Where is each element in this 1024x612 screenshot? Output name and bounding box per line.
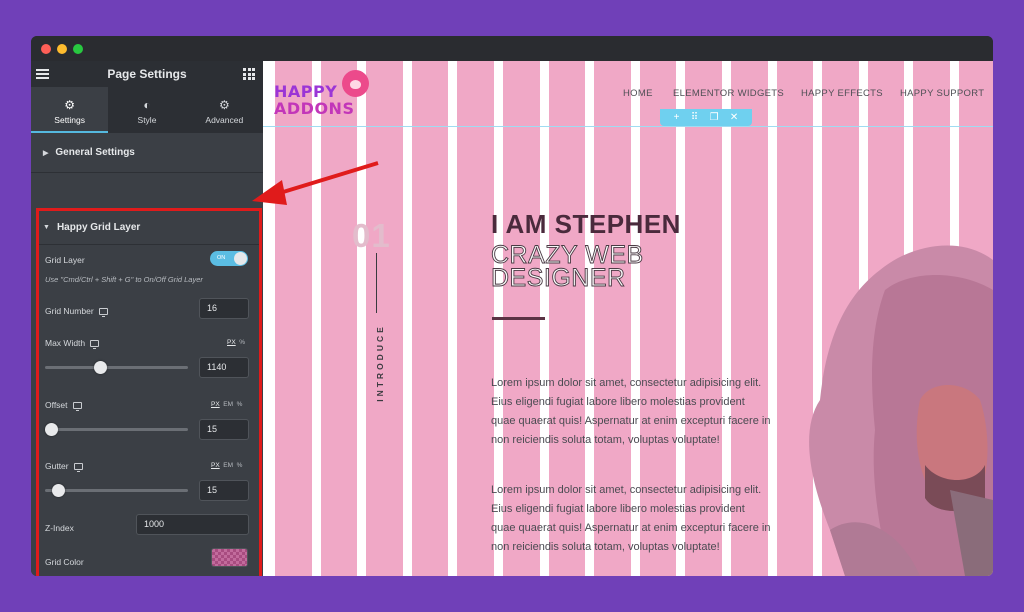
- offset-slider[interactable]: [45, 423, 188, 436]
- page-preview: HAPPY ADDONS HOME ELEMENTOR WIDGETS HAPP…: [263, 61, 993, 576]
- editor-window: Page Settings ⚙ Settings ◐ Style ⚙ Advan…: [31, 36, 993, 576]
- grid-layer-label: Grid Layer: [45, 255, 85, 265]
- gear-icon: ⚙: [218, 98, 230, 112]
- hooded-person-image: [809, 245, 993, 576]
- close-icon[interactable]: ✕: [730, 112, 738, 123]
- drag-handle-icon[interactable]: ⠿: [691, 112, 698, 123]
- nav-happy-effects[interactable]: HAPPY EFFECTS: [801, 88, 883, 99]
- nav-elementor-widgets[interactable]: ELEMENTOR WIDGETS: [673, 88, 784, 99]
- editor-sidebar: Page Settings ⚙ Settings ◐ Style ⚙ Advan…: [31, 61, 263, 576]
- section-outline: [263, 126, 993, 127]
- monitor-icon[interactable]: [73, 463, 83, 473]
- happy-grid-layer-title: Happy Grid Layer: [56, 222, 141, 233]
- grid-layer-toggle[interactable]: ON: [210, 251, 248, 266]
- section-toolbar: + ⠿ ❐ ✕: [660, 109, 752, 126]
- general-settings-label: General Settings: [55, 147, 135, 158]
- grid-column: [411, 61, 449, 576]
- gutter-slider[interactable]: [45, 484, 188, 497]
- grid-color-picker[interactable]: [211, 548, 248, 567]
- tab-advanced-label: Advanced: [205, 115, 244, 125]
- max-width-units[interactable]: PX %: [227, 339, 245, 346]
- max-width-input[interactable]: 1140: [199, 357, 249, 378]
- intro-paragraph-1: Lorem ipsum dolor sit amet, consectetur …: [491, 377, 771, 446]
- monitor-icon[interactable]: [90, 340, 100, 350]
- section-number: 01: [352, 217, 391, 254]
- hero-subheading: CRAZY WEB DESIGNER: [491, 241, 644, 292]
- max-width-slider[interactable]: [45, 361, 188, 374]
- grid-column: [457, 61, 494, 576]
- tab-advanced[interactable]: ⚙ Advanced: [186, 87, 263, 133]
- monitor-icon[interactable]: [98, 308, 108, 318]
- half-circle-icon: ◐: [143, 98, 151, 112]
- heading-underline: [492, 317, 545, 320]
- toggle-on-text: ON: [217, 255, 226, 261]
- grid-number-row: Grid Number: [45, 306, 108, 318]
- tab-style[interactable]: ◐ Style: [108, 87, 185, 133]
- happy-grid-layer-panel: ▼ Happy Grid Layer Grid Layer ON Use "Cm…: [36, 208, 262, 576]
- nav-happy-support[interactable]: HAPPY SUPPORT: [900, 88, 984, 99]
- hamburger-menu-icon[interactable]: [36, 69, 49, 79]
- sidebar-tabs: ⚙ Settings ◐ Style ⚙ Advanced: [31, 87, 263, 133]
- offset-input[interactable]: 15: [199, 419, 249, 440]
- offset-slider-knob[interactable]: [45, 423, 58, 436]
- tab-settings-label: Settings: [54, 115, 86, 125]
- intro-paragraph-2: Lorem ipsum dolor sit amet, consectetur …: [491, 484, 771, 553]
- vertical-label: INTRODUCE: [375, 324, 385, 402]
- caret-right-icon: ▶: [43, 149, 49, 157]
- widgets-grid-icon[interactable]: [243, 68, 255, 80]
- sidebar-header: Page Settings: [31, 61, 263, 87]
- offset-label: Offset: [45, 400, 68, 410]
- general-settings-section[interactable]: ▶ General Settings: [31, 133, 263, 173]
- gutter-label: Gutter: [45, 461, 69, 471]
- gutter-units[interactable]: PX EM %: [211, 462, 242, 469]
- close-window-button[interactable]: [41, 44, 51, 54]
- gutter-row: Gutter: [45, 461, 83, 473]
- grid-number-label: Grid Number: [45, 306, 94, 316]
- max-width-slider-knob[interactable]: [94, 361, 108, 374]
- toggle-knob: [234, 252, 247, 265]
- duplicate-icon[interactable]: ❐: [710, 112, 719, 123]
- vertical-divider: [376, 253, 377, 313]
- hero-heading: I AM STEPHEN: [491, 209, 681, 239]
- zindex-input[interactable]: 1000: [136, 514, 249, 535]
- monitor-icon[interactable]: [72, 402, 82, 412]
- add-section-icon[interactable]: +: [674, 112, 680, 123]
- zindex-label: Z-Index: [45, 523, 74, 533]
- grid-color-label: Grid Color: [45, 557, 84, 567]
- maximize-window-button[interactable]: [73, 44, 83, 54]
- nav-home[interactable]: HOME: [623, 88, 653, 99]
- gear-icon: ⚙: [64, 98, 76, 112]
- grid-shortcut-hint: Use "Cmd/Ctrl + Shift + G" to On/Off Gri…: [45, 275, 203, 284]
- grid-column: [320, 61, 358, 576]
- max-width-label: Max Width: [45, 338, 86, 348]
- minimize-window-button[interactable]: [57, 44, 67, 54]
- tab-style-label: Style: [137, 115, 157, 125]
- grid-number-input[interactable]: 16: [199, 298, 249, 319]
- sidebar-title: Page Settings: [107, 67, 187, 81]
- tab-settings[interactable]: ⚙ Settings: [31, 87, 109, 133]
- happy-grid-layer-section[interactable]: ▼ Happy Grid Layer: [39, 211, 259, 245]
- caret-down-icon: ▼: [43, 224, 50, 231]
- logo-face-icon: [342, 70, 369, 97]
- max-width-row: Max Width: [45, 338, 100, 350]
- offset-row: Offset: [45, 400, 82, 412]
- gutter-slider-knob[interactable]: [51, 484, 65, 497]
- window-titlebar: [31, 36, 993, 61]
- gutter-input[interactable]: 15: [199, 480, 249, 501]
- grid-column: [275, 61, 312, 576]
- logo-line2: ADDONS: [274, 99, 355, 118]
- offset-units[interactable]: PX EM %: [211, 401, 242, 408]
